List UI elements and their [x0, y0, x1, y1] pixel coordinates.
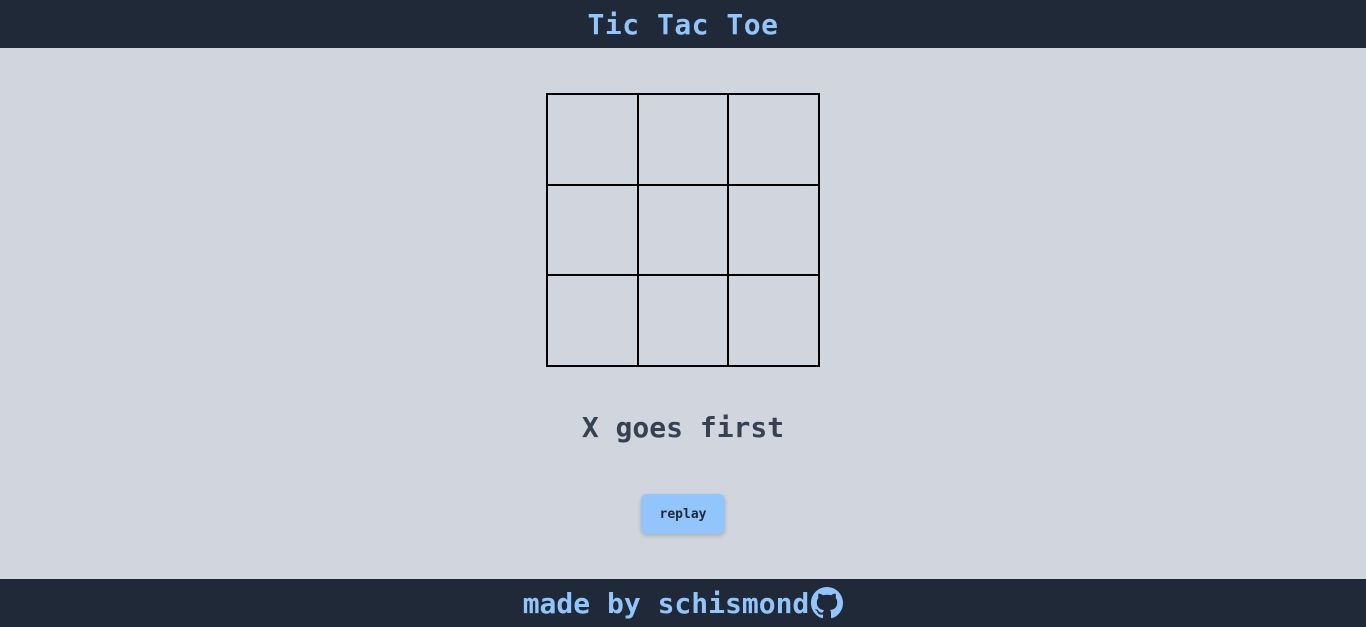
- board-cell-3[interactable]: [728, 94, 819, 185]
- page-title: Tic Tac Toe: [587, 7, 779, 41]
- board-cell-2[interactable]: [637, 94, 729, 185]
- replay-button[interactable]: replay: [641, 494, 725, 534]
- game-area: X goes first replay: [0, 48, 1366, 579]
- board-cell-6[interactable]: [728, 184, 819, 276]
- game-board: [546, 93, 820, 367]
- footer-credit: made by schismond: [522, 586, 810, 620]
- board-cell-4[interactable]: [547, 184, 638, 276]
- board-cell-9[interactable]: [728, 275, 819, 366]
- board-cell-1[interactable]: [547, 94, 638, 185]
- board-cell-5[interactable]: [637, 184, 729, 276]
- board-cell-8[interactable]: [637, 275, 729, 366]
- app-footer: made by schismond: [0, 579, 1366, 627]
- board-cell-7[interactable]: [547, 275, 638, 366]
- github-icon[interactable]: [811, 587, 844, 619]
- game-status: X goes first: [581, 411, 785, 444]
- app-header: Tic Tac Toe: [0, 0, 1366, 48]
